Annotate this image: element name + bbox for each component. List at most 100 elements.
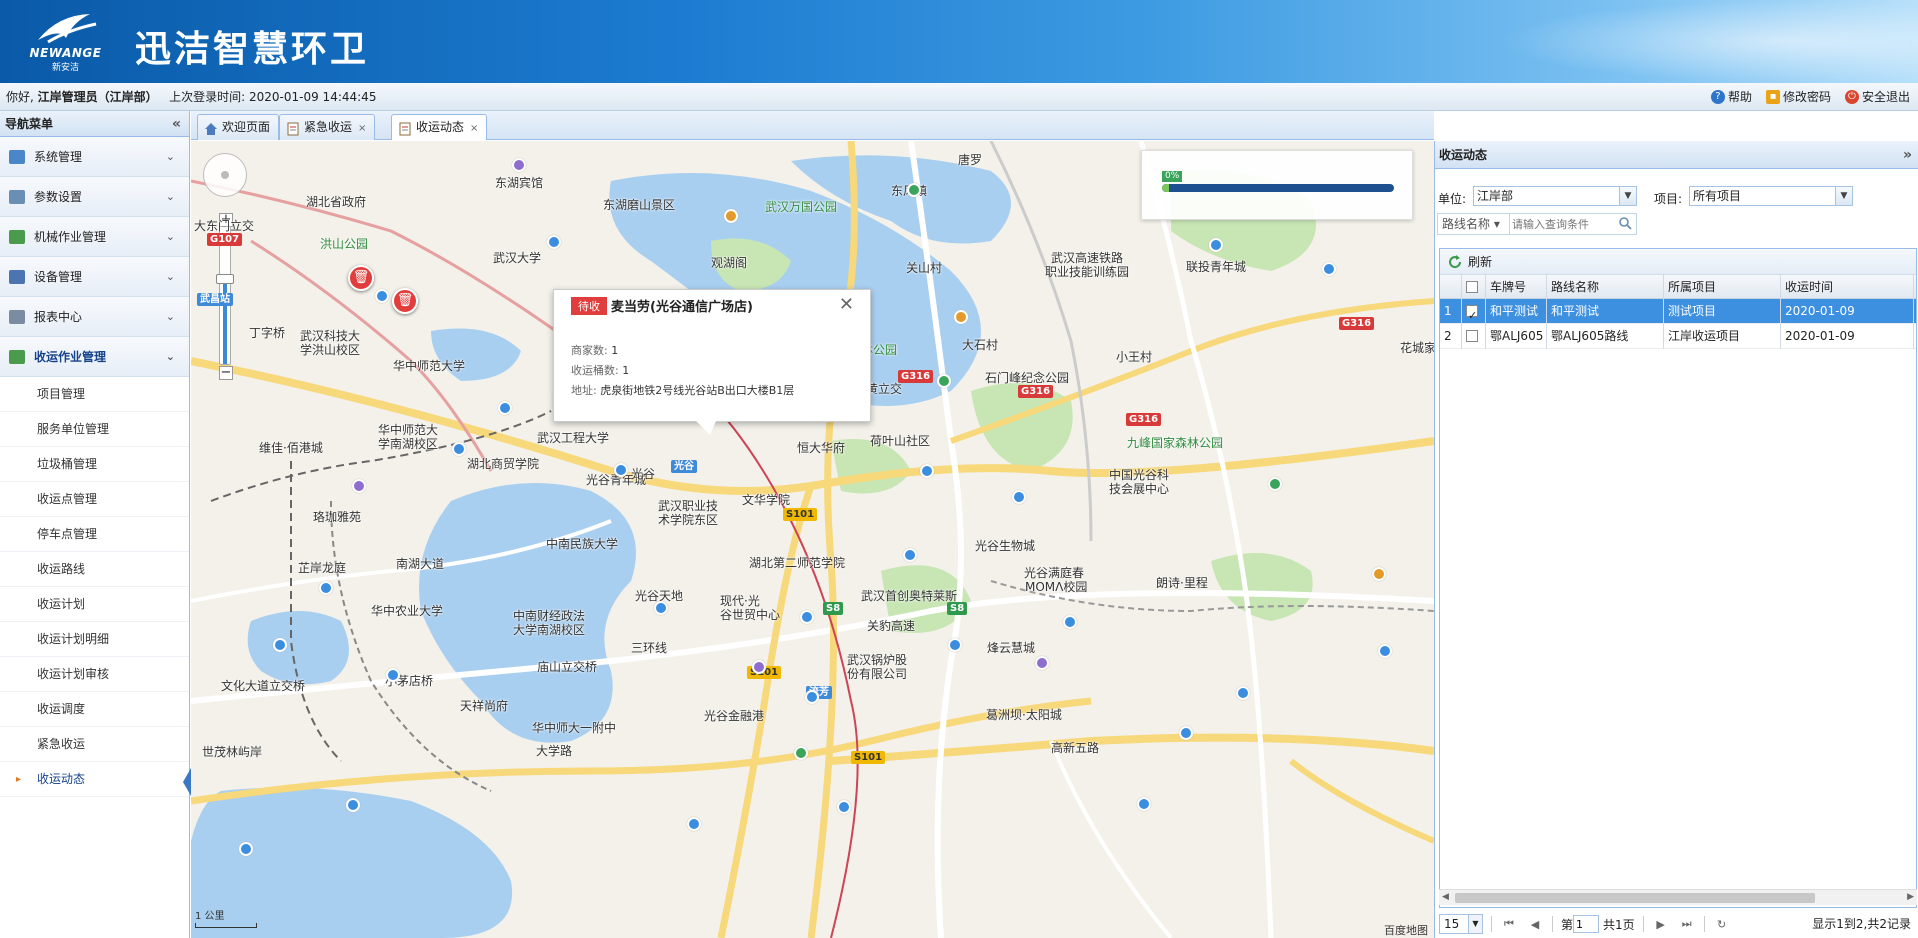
collapse-sidebar-icon[interactable]: « [172,111,181,137]
next-page-icon[interactable]: ▶ [1652,918,1670,931]
logo-subtext: 新安洁 [51,63,79,73]
map-label: 丁字桥 [249,326,286,340]
home-icon [204,120,218,135]
prev-page-icon[interactable]: ◀ [1526,918,1544,931]
project-select[interactable]: 所有项目 ▼ [1689,186,1853,206]
nav-group[interactable]: 系统管理 ⌄ [0,137,189,177]
sidebar-item[interactable]: 垃圾桶管理 [0,447,189,482]
zoom-handle[interactable] [216,274,234,284]
map-pan-control[interactable] [203,153,247,197]
search-type-select[interactable]: 路线名称 ▾ [1438,214,1510,234]
scroll-thumb[interactable] [1455,893,1815,903]
expand-panel-icon[interactable]: » [1903,141,1912,169]
sidebar-item[interactable]: 停车点管理 [0,517,189,552]
map-view[interactable]: + − 东湖宾馆 湖北省政府 东湖磨山景区 武汉万国公园 大东门立交 洪山公园 武汉大学 观湖… [191,141,1434,938]
map-label: 大学南湖校区 [513,623,586,637]
poi-icon [948,638,962,652]
checkbox[interactable] [1466,280,1478,293]
sidebar-item[interactable]: 收运计划 [0,587,189,622]
map-label: 武汉大学 [493,251,542,265]
sidebar-item[interactable]: 收运动态 [0,762,189,797]
column-header[interactable]: 车牌号 [1486,275,1547,299]
nav-group[interactable]: 报表中心 ⌄ [0,297,189,337]
sidebar-item[interactable]: 收运调度 [0,692,189,727]
poi-icon [498,401,512,415]
poi-icon [1137,797,1151,811]
zoom-out-button[interactable]: − [219,366,233,380]
horizontal-scrollbar[interactable]: ◀ ▶ [1439,889,1917,905]
close-icon[interactable]: ✕ [839,294,854,315]
column-header[interactable]: 所属项目 [1664,275,1781,299]
refresh-icon [1449,255,1462,269]
search-type-value: 路线名称 [1442,217,1491,231]
dispatch-panel: 收运动态 » 单位: 江岸部 ▼ 项目: 所有项目 ▼ 路线名称 ▾ 刷新 车牌… [1434,141,1918,938]
map-label: 葛洲坝·太阳城 [986,708,1062,722]
tab[interactable]: 紧急收运 × [279,114,376,140]
row-checkbox-cell[interactable] [1462,299,1486,324]
tab[interactable]: 收运动态 × [391,114,488,140]
sidebar-item[interactable]: 服务单位管理 [0,412,189,447]
nav-group[interactable]: 设备管理 ⌄ [0,257,189,297]
tab-label: 紧急收运 [304,120,353,134]
chevron-down-icon: ⌄ [165,230,175,243]
header-decoration [1498,0,1918,83]
logout-link[interactable]: ⏻ 安全退出 [1844,83,1910,111]
sidebar-item[interactable]: 收运计划明细 [0,622,189,657]
bin-marker[interactable]: 🗑 [348,265,374,291]
map-label: 观湖阁 [711,256,748,270]
road-badge: S101 [783,508,818,521]
poi-icon [1378,644,1392,658]
poi-icon [687,817,701,831]
lock-icon: ▪ [1765,90,1780,104]
unit-select[interactable]: 江岸部 ▼ [1473,186,1637,206]
sidebar-item[interactable]: 收运路线 [0,552,189,587]
poi-icon [1063,615,1077,629]
poi-icon [1372,567,1386,581]
map-label: 大东门立交 [194,219,255,233]
nav-group[interactable]: 参数设置 ⌄ [0,177,189,217]
poi-icon [452,442,466,456]
bins-value: 1 [622,364,630,377]
nav-group[interactable]: 收运作业管理 ⌄ [0,337,189,377]
checkbox[interactable] [1466,303,1478,324]
first-page-icon[interactable]: ⏮ [1500,917,1518,931]
page-number-input[interactable] [1573,915,1600,933]
change-password-link[interactable]: ▪ 修改密码 [1765,83,1831,111]
bin-marker[interactable]: 🗑 [392,288,418,314]
sidebar-item[interactable]: 项目管理 [0,377,189,412]
nav-group[interactable]: 机械作业管理 ⌄ [0,217,189,257]
tab-close-icon[interactable]: × [358,123,366,134]
row-checkbox-cell[interactable] [1462,324,1486,349]
chevron-down-icon: ▼ [1619,187,1636,205]
refresh-button[interactable]: 刷新 [1440,249,1916,275]
column-header[interactable]: 路线名称 [1547,275,1664,299]
sidebar-item[interactable]: 收运点管理 [0,482,189,517]
scroll-left-icon[interactable]: ◀ [1442,892,1449,902]
reload-icon[interactable]: ↻ [1713,918,1731,931]
scroll-right-icon[interactable]: ▶ [1907,892,1914,902]
sidebar-item[interactable]: 紧急收运 [0,727,189,762]
map-label: 唐罗 [958,153,983,167]
current-user: 江岸管理员（江岸部） [37,90,158,104]
table-row[interactable]: 1和平测试和平测试测试项目2020-01-09 [1440,299,1916,324]
search-icon[interactable] [1619,217,1632,230]
tab[interactable]: 欢迎页面 [197,114,280,140]
sidebar-item[interactable]: 收运计划审核 [0,657,189,692]
search-input[interactable] [1512,215,1616,233]
select-all-checkbox[interactable] [1462,275,1486,299]
poi-icon [907,183,921,197]
help-link[interactable]: ? 帮助 [1710,83,1752,111]
page-size-select[interactable]: 15 ▼ [1439,914,1483,934]
tab-close-icon[interactable]: × [470,123,478,134]
last-page-icon[interactable]: ⏭ [1678,917,1696,931]
map-label: 华中农业大学 [371,604,444,618]
map-label: 芷岸龙庭 [298,561,347,575]
tab-label: 收运动态 [416,120,465,134]
checkbox[interactable] [1466,329,1478,342]
map-label: 高新五路 [1051,741,1100,755]
row-number: 2 [1440,324,1462,349]
help-icon: ? [1710,90,1725,104]
column-header[interactable]: 收运时间 [1781,275,1914,299]
table-row[interactable]: 2 鄂ALJ605 鄂ALJ605路线 江岸收运项目 2020-01-09 [1440,324,1916,349]
doc-icon [398,120,412,136]
